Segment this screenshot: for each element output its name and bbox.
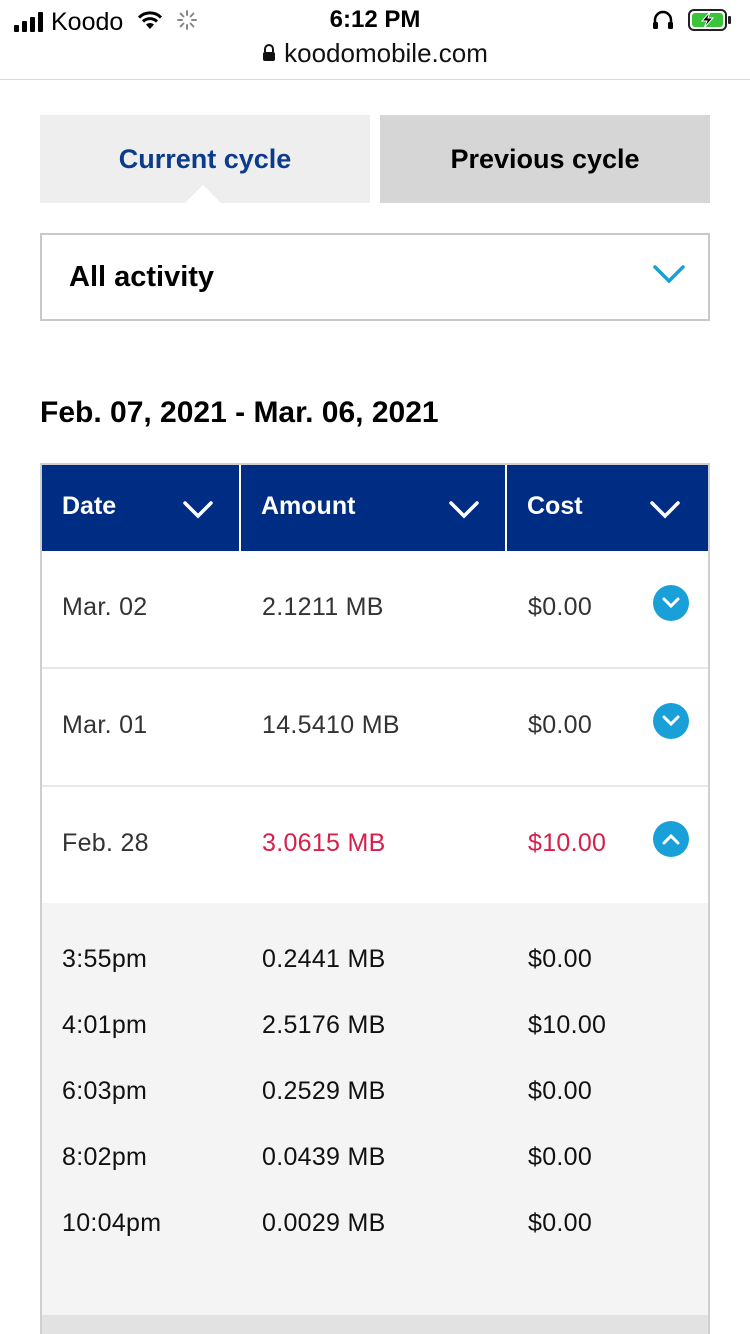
detail-time: 8:02pm	[62, 1143, 148, 1171]
detail-row: 3:55pm 0.2441 MB $0.00	[42, 945, 708, 985]
row-date: Mar. 01	[62, 711, 148, 739]
table-row[interactable]: Mar. 01 14.5410 MB $0.00	[42, 669, 708, 787]
collapse-row-button[interactable]	[653, 821, 689, 857]
header-label: Cost	[527, 492, 583, 520]
sort-by-cost-header[interactable]: Cost	[507, 465, 708, 551]
chevron-down-icon	[182, 497, 214, 526]
table-row-expanded[interactable]: Feb. 28 3.0615 MB $10.00	[42, 787, 708, 905]
row-amount: 14.5410 MB	[262, 711, 400, 739]
row-cost: $0.00	[528, 593, 593, 621]
detail-time: 3:55pm	[62, 945, 148, 973]
chevron-down-icon	[448, 497, 480, 526]
url-text: koodomobile.com	[284, 38, 488, 68]
header-label: Amount	[261, 492, 356, 520]
tab-previous-cycle[interactable]: Previous cycle	[380, 115, 710, 203]
sort-by-amount-header[interactable]: Amount	[241, 465, 507, 551]
chevron-down-icon	[652, 263, 686, 290]
detail-row: 10:04pm 0.0029 MB $0.00	[42, 1209, 708, 1249]
usage-table: Date Amount Cost Mar. 02 2.1211 MB $0.00…	[40, 463, 710, 1334]
table-row[interactable]: Mar. 02 2.1211 MB $0.00	[42, 551, 708, 669]
battery-charging-icon	[688, 8, 732, 37]
status-right	[652, 8, 732, 37]
detail-cost: $0.00	[528, 1077, 593, 1105]
row-cost: $0.00	[528, 711, 593, 739]
chevron-down-icon	[662, 715, 680, 727]
detail-cost: $0.00	[528, 1143, 593, 1171]
billing-period-heading: Feb. 07, 2021 - Mar. 06, 2021	[40, 396, 439, 429]
headphones-icon	[652, 10, 674, 35]
chevron-down-icon	[662, 597, 680, 609]
detail-cost: $0.00	[528, 1209, 593, 1237]
address-bar[interactable]: koodomobile.com	[0, 38, 750, 69]
activity-filter-select[interactable]: All activity	[40, 233, 710, 321]
expand-row-button[interactable]	[653, 703, 689, 739]
detail-time: 6:03pm	[62, 1077, 148, 1105]
row-details-panel: 3:55pm 0.2441 MB $0.00 4:01pm 2.5176 MB …	[42, 903, 708, 1315]
detail-row: 4:01pm 2.5176 MB $10.00	[42, 1011, 708, 1051]
detail-cost: $10.00	[528, 1011, 607, 1039]
detail-amount: 0.0029 MB	[262, 1209, 386, 1237]
detail-amount: 0.2441 MB	[262, 945, 386, 973]
expand-row-button[interactable]	[653, 585, 689, 621]
row-amount: 2.1211 MB	[262, 593, 384, 621]
tab-selected-indicator	[185, 185, 221, 203]
header-label: Date	[62, 492, 117, 520]
row-cost: $10.00	[528, 829, 607, 857]
sort-by-date-header[interactable]: Date	[42, 465, 241, 551]
status-bar: Koodo 6:12 PM koodomobile.com	[0, 0, 750, 80]
lock-icon	[262, 38, 276, 69]
detail-time: 4:01pm	[62, 1011, 148, 1039]
detail-amount: 2.5176 MB	[262, 1011, 386, 1039]
detail-time: 10:04pm	[62, 1209, 162, 1237]
detail-row: 8:02pm 0.0439 MB $0.00	[42, 1143, 708, 1183]
row-date: Mar. 02	[62, 593, 148, 621]
chevron-up-icon	[662, 833, 680, 845]
clock: 6:12 PM	[329, 6, 421, 33]
row-date: Feb. 28	[62, 829, 149, 857]
detail-row: 6:03pm 0.2529 MB $0.00	[42, 1077, 708, 1117]
chevron-down-icon	[649, 497, 681, 526]
table-footer-band	[42, 1315, 708, 1334]
row-amount: 3.0615 MB	[262, 829, 386, 857]
table-header: Date Amount Cost	[42, 465, 708, 551]
detail-cost: $0.00	[528, 945, 593, 973]
activity-filter-value: All activity	[69, 260, 215, 293]
detail-amount: 0.2529 MB	[262, 1077, 386, 1105]
detail-amount: 0.0439 MB	[262, 1143, 386, 1171]
